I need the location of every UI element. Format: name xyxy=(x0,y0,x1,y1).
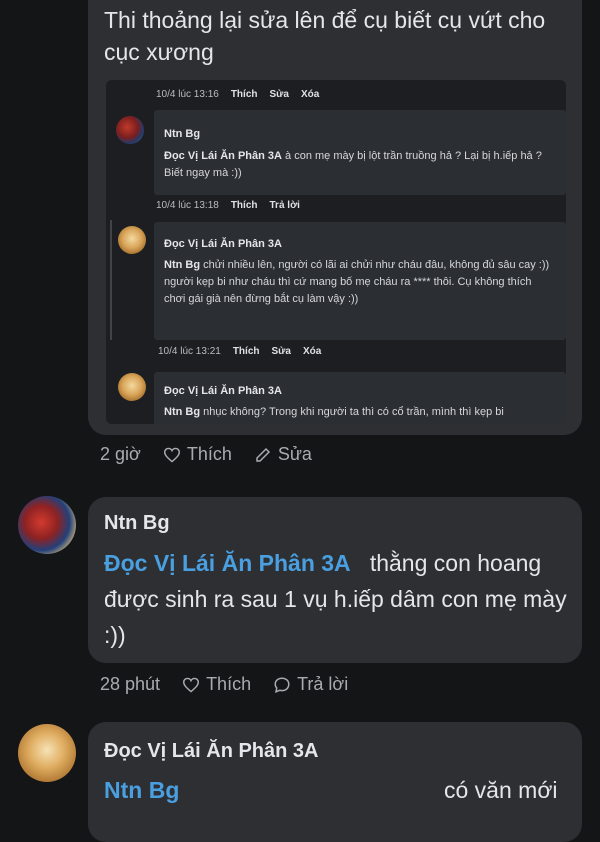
avatar[interactable] xyxy=(18,724,76,782)
screenshot-delete: Xóa xyxy=(300,89,320,100)
screenshot-like: Thích xyxy=(230,200,258,211)
like-button[interactable]: Thích xyxy=(182,674,251,695)
comment-text: Đọc Vị Lái Ăn Phân 3A thằng con hoang đư… xyxy=(104,550,567,648)
comment-text: Thi thoảng lại sửa lên để cụ biết cụ vứt… xyxy=(104,7,546,65)
screenshot-comment-text: Ntn Bg chửi nhiều lên, người có lãi ai c… xyxy=(164,259,550,305)
screenshot-reply: Trả lời xyxy=(269,200,300,211)
screenshot-edit: Sửa xyxy=(271,346,291,357)
screenshot-author: Ntn Bg xyxy=(164,128,201,140)
screenshot-time: 10/4 lúc 13:16 xyxy=(156,89,219,100)
like-label: Thích xyxy=(206,674,252,694)
heart-icon xyxy=(163,447,180,463)
screenshot-avatar xyxy=(118,226,146,254)
screenshot-like: Thích xyxy=(232,346,260,357)
like-label: Thích xyxy=(186,444,232,464)
comment-time: 2 giờ xyxy=(100,444,141,464)
reply-label: Trả lời xyxy=(297,674,349,694)
comment-author[interactable]: Đọc Vị Lái Ăn Phân 3A xyxy=(104,740,318,763)
screenshot-meta: 10/4 lúc 13:18 Thích Trả lời xyxy=(156,200,566,211)
screenshot-time: 10/4 lúc 13:18 xyxy=(156,200,219,211)
comment-actions: 2 giờ Thích Sửa xyxy=(100,444,334,465)
reply-button[interactable]: Trả lời xyxy=(273,674,348,695)
comment-text: Ntn Bg có văn mới xyxy=(104,777,558,803)
screenshot-avatar xyxy=(116,116,144,144)
screenshot-author: Đọc Vị Lái Ăn Phân 3A xyxy=(164,385,282,397)
mention-link[interactable]: Đọc Vị Lái Ăn Phân 3A xyxy=(104,550,351,576)
screenshot-like: Thích xyxy=(230,89,258,100)
edit-button[interactable]: Sửa xyxy=(254,444,312,465)
pencil-icon xyxy=(256,447,270,462)
heart-icon xyxy=(183,677,200,693)
embedded-screenshot[interactable]: 10/4 lúc 13:16 Thích Sửa Xóa Ntn Bg Đọc Vị … xyxy=(106,80,566,424)
avatar[interactable] xyxy=(18,496,76,554)
comment-author[interactable]: Ntn Bg xyxy=(104,512,170,535)
speech-bubble-icon xyxy=(274,676,290,693)
screenshot-comment-text: Ntn Bg nhục không? Trong khi người ta th… xyxy=(164,406,504,418)
edit-label: Sửa xyxy=(277,444,312,464)
screenshot-edit: Sửa xyxy=(269,89,289,100)
screenshot-meta: 10/4 lúc 13:16 Thích Sửa Xóa xyxy=(156,89,566,100)
mention-link[interactable]: Ntn Bg xyxy=(104,777,179,803)
like-button[interactable]: Thích xyxy=(163,444,232,465)
screenshot-time: 10/4 lúc 13:21 xyxy=(158,346,221,357)
screenshot-comment-text: Đọc Vị Lái Ăn Phân 3A à con mẹ mày bị lộ… xyxy=(164,150,542,179)
screenshot-meta: 10/4 lúc 13:21 Thích Sửa Xóa xyxy=(158,346,566,357)
thread-line xyxy=(110,220,112,340)
comment-time: 28 phút xyxy=(100,674,161,694)
screenshot-avatar xyxy=(118,373,146,401)
comment-actions: 28 phút Thích Trả lời xyxy=(100,674,370,695)
screenshot-author: Đọc Vị Lái Ăn Phân 3A xyxy=(164,238,282,250)
screenshot-delete: Xóa xyxy=(302,346,322,357)
